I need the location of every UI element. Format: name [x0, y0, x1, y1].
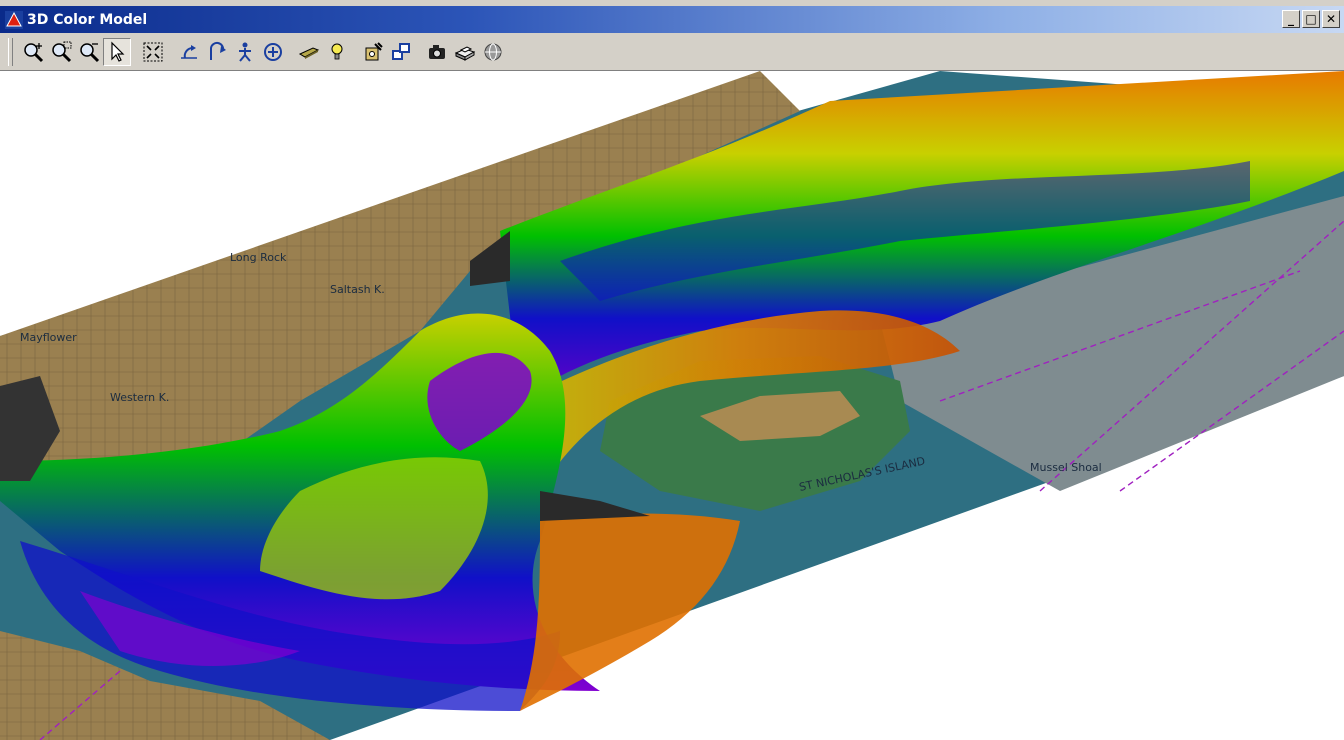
toolbar	[0, 33, 1344, 71]
globe-icon	[484, 43, 502, 60]
printer-icon	[454, 45, 476, 61]
maximize-button[interactable]: □	[1302, 10, 1320, 28]
tilt-button[interactable]	[203, 38, 231, 66]
rotate-icon	[181, 44, 197, 59]
camera-icon	[429, 44, 445, 59]
light-button[interactable]	[323, 38, 351, 66]
close-button[interactable]: ✕	[1322, 10, 1340, 28]
zoom-out-button[interactable]	[75, 38, 103, 66]
rotate-button[interactable]	[175, 38, 203, 66]
select-button[interactable]	[103, 37, 131, 66]
svg-text:Mussel Shoal: Mussel Shoal	[1030, 461, 1102, 474]
svg-text:Saltash K.: Saltash K.	[330, 283, 385, 296]
bathymetry-model: Long Rock Western K. Saltash K. ST NICHO…	[0, 71, 1344, 740]
globe-button[interactable]	[479, 38, 507, 66]
svg-text:Mayflower: Mayflower	[20, 331, 77, 344]
window-layout-button[interactable]	[387, 38, 415, 66]
walk-icon	[239, 42, 251, 62]
southeast-slope	[520, 513, 740, 711]
zoom-window-button[interactable]	[47, 38, 75, 66]
walk-button[interactable]	[231, 38, 259, 66]
light-bulb-icon	[331, 43, 343, 59]
tilt-icon	[210, 41, 226, 60]
surface-icon	[298, 46, 320, 59]
window-controls: _ □ ✕	[1282, 10, 1340, 28]
pan-button[interactable]	[259, 38, 287, 66]
zoom-extents-button[interactable]	[139, 38, 167, 66]
title-bar[interactable]: 3D Color Model _ □ ✕	[0, 6, 1344, 33]
capture-button[interactable]	[423, 38, 451, 66]
app-logo-icon	[5, 10, 23, 29]
window-title: 3D Color Model	[27, 11, 148, 28]
settings-button[interactable]	[359, 38, 387, 66]
settings-icon	[365, 41, 383, 60]
app-window: 3D Color Model _ □ ✕ Long Rock Western K…	[0, 0, 1344, 740]
zoom-out-icon	[80, 42, 100, 62]
svg-text:Western K.: Western K.	[110, 391, 169, 404]
surface-button[interactable]	[295, 38, 323, 66]
svg-text:Long Rock: Long Rock	[230, 251, 287, 264]
print-button[interactable]	[451, 38, 479, 66]
pan-icon	[264, 42, 282, 61]
pointer-icon	[111, 41, 125, 62]
zoom-window-icon	[52, 41, 72, 62]
zoom-in-button[interactable]	[19, 38, 47, 66]
3d-viewport[interactable]: Long Rock Western K. Saltash K. ST NICHO…	[0, 71, 1344, 740]
minimize-button[interactable]: _	[1282, 10, 1300, 28]
zoom-extents-icon	[143, 42, 163, 61]
zoom-in-icon	[24, 42, 44, 62]
toolbar-grip[interactable]	[8, 37, 13, 66]
window-layout-icon	[392, 42, 410, 60]
